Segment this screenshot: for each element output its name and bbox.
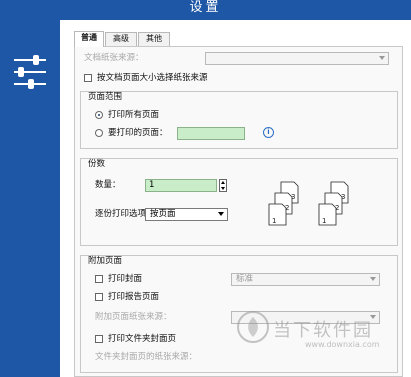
extra-pages-title: 附加页面 xyxy=(88,256,123,266)
pages-input[interactable] xyxy=(177,127,245,140)
print-cover-label: 打印封面 xyxy=(108,274,143,284)
copies-count-label: 数量： xyxy=(95,180,121,190)
all-pages-label: 打印所有页面 xyxy=(108,110,160,120)
folder-cover-label: 打印文件夹封面页 xyxy=(108,334,177,344)
choose-by-size-checkbox[interactable] xyxy=(84,74,92,82)
cover-type-select[interactable]: 标准 xyxy=(231,273,380,286)
page-range-title: 页面范围 xyxy=(88,92,123,102)
tab-general[interactable]: 普通 xyxy=(74,31,104,47)
stack-left-label-mid: 2 xyxy=(285,204,289,212)
left-sidebar xyxy=(0,20,60,377)
watermark-text: 当下软件园 xyxy=(273,320,373,341)
pages-radio[interactable] xyxy=(95,129,103,137)
copies-spinner[interactable] xyxy=(219,179,227,192)
watermark-logo xyxy=(237,311,269,343)
chevron-down-icon xyxy=(379,56,385,60)
spinner-down-icon[interactable] xyxy=(221,187,225,190)
info-icon[interactable]: i xyxy=(263,127,274,138)
collated-pages-icon: 3 2 1 xyxy=(268,181,299,226)
stack-left-label-top: 3 xyxy=(291,193,295,201)
page-range-group: 页面范围 打印所有页面 要打印的页面： i xyxy=(80,91,398,149)
title-bar: 设置 xyxy=(0,0,411,20)
stack-right-label-bottom: 1 xyxy=(322,217,326,225)
print-cover-checkbox[interactable] xyxy=(95,275,103,283)
settings-content: 普通 高级 其他 文档纸张来源： 按文档页面大小选择纸张来源 页面范围 打印所有… xyxy=(60,20,411,377)
copies-group: 份数 数量： 1 逐份打印选项： 按页面 3 2 1 3 2 1 xyxy=(80,158,398,246)
watermark-url: www.downxia.com xyxy=(305,340,380,349)
print-report-checkbox[interactable] xyxy=(95,293,103,301)
stack-right-label-top: 3 xyxy=(341,193,345,201)
folder-cover-checkbox[interactable] xyxy=(95,335,103,343)
spinner-up-icon[interactable] xyxy=(221,181,225,184)
tab-other[interactable]: 其他 xyxy=(138,32,170,46)
extra-source-label: 附加页面纸张来源： xyxy=(95,312,172,322)
folder-source-label: 文件夹封面页的纸张来源： xyxy=(95,352,198,362)
copies-title: 份数 xyxy=(88,159,106,169)
choose-by-size-label: 按文档页面大小选择纸张来源 xyxy=(97,73,208,83)
paper-source-label: 文档纸张来源： xyxy=(84,53,144,63)
paper-source-select[interactable] xyxy=(205,52,389,65)
window-title: 设置 xyxy=(189,0,222,15)
pages-label: 要打印的页面： xyxy=(108,128,168,138)
tab-other-label: 其他 xyxy=(146,34,162,43)
copies-count-input[interactable]: 1 xyxy=(145,179,217,192)
collate-select[interactable]: 按页面 xyxy=(145,208,228,221)
chevron-down-icon xyxy=(218,212,224,216)
stack-left-label-bottom: 1 xyxy=(272,217,276,225)
print-report-label: 打印报告页面 xyxy=(108,292,160,302)
sliders-icon xyxy=(14,55,46,89)
tab-advanced[interactable]: 高级 xyxy=(105,32,137,46)
tab-advanced-label: 高级 xyxy=(113,34,129,43)
collated-pages-icon-2: 3 2 1 xyxy=(318,181,349,226)
chevron-down-icon xyxy=(370,277,376,281)
tab-general-label: 普通 xyxy=(81,33,97,42)
stack-right-label-mid: 2 xyxy=(335,204,339,212)
all-pages-radio[interactable] xyxy=(95,111,103,119)
